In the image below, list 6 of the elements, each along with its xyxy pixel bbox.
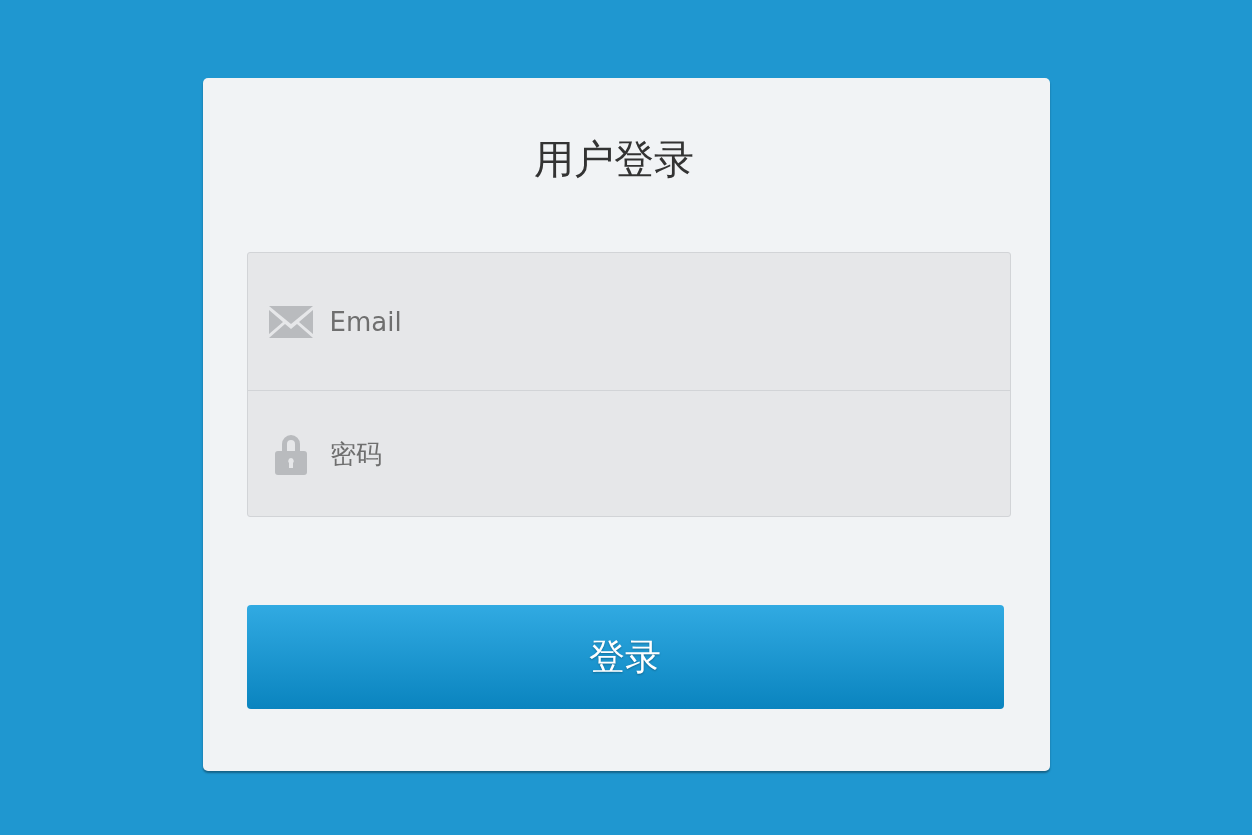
envelope-icon [268, 305, 313, 338]
padlock-icon [274, 432, 307, 475]
login-title: 用户登录 [533, 134, 694, 184]
password-field[interactable]: 密码 [329, 438, 1010, 469]
email-field[interactable]: Email [329, 306, 1010, 337]
login-button[interactable]: 登录 [246, 605, 1004, 709]
